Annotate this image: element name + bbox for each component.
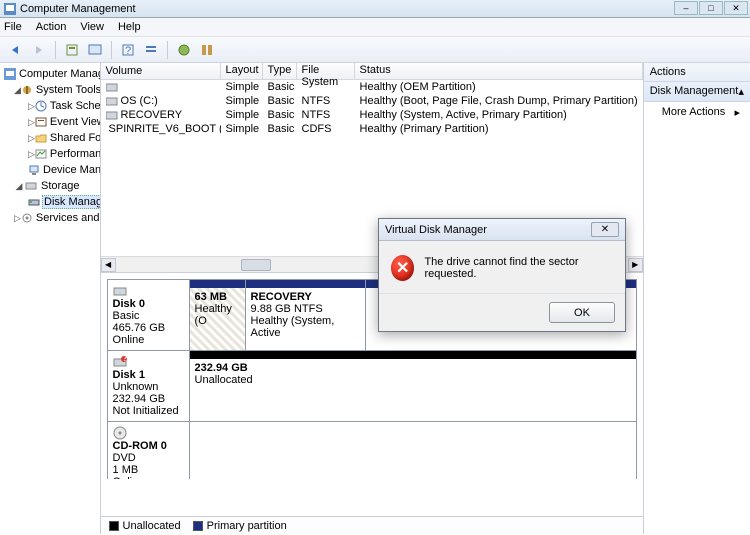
disk-row[interactable]: ?Disk 1Unknown232.94 GBNot Initialized23…: [107, 350, 637, 422]
ok-button[interactable]: OK: [549, 302, 615, 323]
menu-file[interactable]: File: [4, 21, 22, 33]
error-dialog: Virtual Disk Manager ✕ ✕ The drive canno…: [378, 218, 626, 332]
tree-event-viewer[interactable]: ▷Event Viewer: [2, 114, 98, 130]
menu-help[interactable]: Help: [118, 21, 141, 33]
volume-row[interactable]: SPINRITE_V6_BOOT (D:)SimpleBasicCDFSHeal…: [101, 122, 643, 136]
volume-row[interactable]: SimpleBasicHealthy (OEM Partition): [101, 80, 643, 94]
legend: Unallocated Primary partition: [101, 516, 643, 534]
menu-bar: File Action View Help: [0, 18, 750, 37]
window-title: Computer Management: [20, 3, 136, 15]
actions-section[interactable]: Disk Management ▴: [644, 82, 750, 102]
partition[interactable]: 63 MBHealthy (O: [190, 280, 246, 350]
tree-performance[interactable]: ▷Performance: [2, 146, 98, 162]
tree-task-scheduler[interactable]: ▷Task Scheduler: [2, 98, 98, 114]
dialog-message: The drive cannot find the sector request…: [424, 256, 613, 280]
close-button[interactable]: ✕: [724, 1, 748, 15]
list-icon[interactable]: [141, 40, 161, 60]
actions-pane: Actions Disk Management ▴ More Actions ▸: [644, 63, 750, 534]
settings-icon[interactable]: [197, 40, 217, 60]
tree-system-tools[interactable]: ◢System Tools: [2, 82, 98, 98]
view-icon[interactable]: [85, 40, 105, 60]
dialog-close-button[interactable]: ✕: [591, 222, 619, 237]
collapse-icon[interactable]: ▴: [738, 85, 744, 98]
scroll-thumb[interactable]: [241, 259, 271, 271]
tree-device-manager[interactable]: Device Manager: [2, 162, 98, 178]
dialog-title: Virtual Disk Manager: [385, 224, 487, 236]
window-titlebar: Computer Management – □ ✕: [0, 0, 750, 18]
scroll-right-arrow[interactable]: ▶: [628, 258, 643, 272]
forward-button[interactable]: [29, 40, 49, 60]
dialog-titlebar[interactable]: Virtual Disk Manager ✕: [379, 219, 625, 241]
error-icon: ✕: [391, 255, 414, 281]
minimize-button[interactable]: –: [674, 1, 698, 15]
disk-row[interactable]: CD-ROM 0DVD1 MBOnline: [107, 421, 637, 479]
scroll-left-arrow[interactable]: ◀: [101, 258, 116, 272]
legend-primary-label: Primary partition: [207, 520, 287, 532]
col-volume[interactable]: Volume: [101, 63, 221, 79]
partition[interactable]: 232.94 GBUnallocated: [190, 351, 636, 421]
chevron-right-icon: ▸: [734, 106, 740, 119]
tree-root[interactable]: Computer Management (Local: [2, 66, 98, 82]
legend-unallocated-label: Unallocated: [123, 520, 181, 532]
properties-icon[interactable]: [62, 40, 82, 60]
maximize-button[interactable]: □: [699, 1, 723, 15]
disk-info: ?Disk 1Unknown232.94 GBNot Initialized: [108, 351, 190, 421]
menu-action[interactable]: Action: [36, 21, 67, 33]
more-actions[interactable]: More Actions ▸: [644, 102, 750, 123]
col-status[interactable]: Status: [355, 63, 643, 79]
menu-view[interactable]: View: [80, 21, 104, 33]
svg-text:?: ?: [122, 355, 127, 364]
col-layout[interactable]: Layout: [221, 63, 263, 79]
partition[interactable]: RECOVERY9.88 GB NTFSHealthy (System, Act…: [246, 280, 366, 350]
tree-disk-management[interactable]: Disk Management: [2, 194, 98, 210]
back-button[interactable]: [6, 40, 26, 60]
disk-info: CD-ROM 0DVD1 MBOnline: [108, 422, 190, 479]
col-filesystem[interactable]: File System: [297, 63, 355, 79]
volume-row[interactable]: RECOVERYSimpleBasicNTFSHealthy (System, …: [101, 108, 643, 122]
volume-row[interactable]: OS (C:)SimpleBasicNTFSHealthy (Boot, Pag…: [101, 94, 643, 108]
legend-unallocated-swatch: [109, 521, 119, 531]
actions-title: Actions: [644, 63, 750, 82]
toolbar: ?: [0, 37, 750, 63]
tree-shared-folders[interactable]: ▷Shared Folders: [2, 130, 98, 146]
legend-primary-swatch: [193, 521, 203, 531]
col-type[interactable]: Type: [263, 63, 297, 79]
tree-services[interactable]: ▷Services and Applications: [2, 210, 98, 226]
help-icon[interactable]: [174, 40, 194, 60]
refresh-icon[interactable]: ?: [118, 40, 138, 60]
app-icon: [4, 3, 16, 15]
disk-info: Disk 0Basic465.76 GBOnline: [108, 280, 190, 350]
tree-storage[interactable]: ◢Storage: [2, 178, 98, 194]
nav-tree[interactable]: Computer Management (Local ◢System Tools…: [0, 63, 101, 534]
svg-text:?: ?: [125, 45, 131, 57]
volume-list-header[interactable]: Volume Layout Type File System Status: [101, 63, 643, 80]
